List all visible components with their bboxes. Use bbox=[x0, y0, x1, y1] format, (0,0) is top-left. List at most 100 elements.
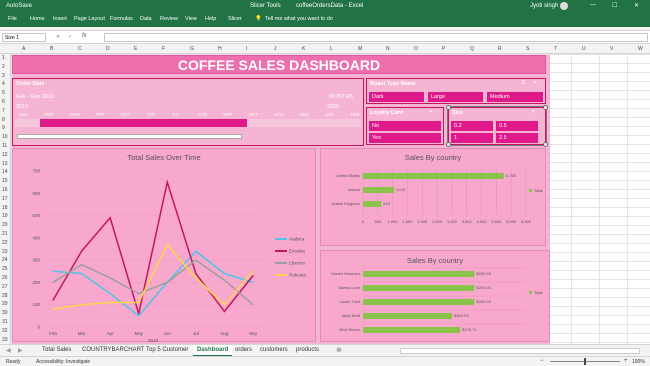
clear-filter-icon[interactable]: ✕ bbox=[533, 80, 537, 86]
row-header[interactable]: 16 bbox=[2, 187, 8, 193]
row-header[interactable]: 32 bbox=[2, 328, 8, 334]
fx-icon[interactable]: fx bbox=[82, 33, 87, 39]
resize-handle[interactable] bbox=[446, 142, 451, 147]
row-header[interactable]: 4 bbox=[2, 81, 5, 87]
size-option-1[interactable]: 1 bbox=[451, 133, 493, 143]
timeline-month-label[interactable]: NOV bbox=[274, 112, 284, 117]
row-header[interactable]: 11 bbox=[2, 143, 7, 149]
tab-help[interactable]: Help bbox=[205, 16, 216, 22]
timeline-month-label[interactable]: SEP bbox=[223, 112, 232, 117]
column-header[interactable]: P bbox=[442, 46, 445, 52]
timeline-month-label[interactable]: FEB bbox=[351, 112, 360, 117]
column-header[interactable]: O bbox=[414, 46, 418, 52]
row-header[interactable]: 28 bbox=[2, 293, 8, 299]
timeline-month-label[interactable]: JAN bbox=[325, 112, 334, 117]
zoom-slider-thumb[interactable] bbox=[584, 358, 586, 365]
row-header[interactable]: 25 bbox=[2, 266, 8, 272]
column-header[interactable]: J bbox=[274, 46, 277, 52]
row-header[interactable]: 10 bbox=[2, 134, 8, 140]
next-sheet-icon[interactable]: ▶ bbox=[18, 347, 23, 354]
column-header[interactable]: R bbox=[498, 46, 502, 52]
column-header[interactable]: D bbox=[106, 46, 110, 52]
column-header[interactable]: G bbox=[190, 46, 194, 52]
sheet-tab-products[interactable]: products bbox=[292, 347, 323, 353]
column-header[interactable]: K bbox=[302, 46, 305, 52]
zoom-in-icon[interactable]: + bbox=[624, 358, 628, 364]
multi-select-icon[interactable]: ☰ bbox=[521, 80, 525, 86]
sheet-tab-countrybarchart[interactable]: COUNTRYBARCHART bbox=[78, 347, 148, 353]
row-header[interactable]: 2 bbox=[2, 64, 5, 70]
zoom-level[interactable]: 100% bbox=[632, 359, 645, 365]
column-header[interactable]: I bbox=[246, 46, 247, 52]
timeline-month-label[interactable]: MAR bbox=[70, 112, 80, 117]
add-sheet-icon[interactable]: ⊕ bbox=[336, 346, 342, 354]
column-header[interactable]: U bbox=[582, 46, 586, 52]
column-header[interactable]: B bbox=[50, 46, 53, 52]
column-header[interactable]: M bbox=[358, 46, 362, 52]
row-header[interactable]: 20 bbox=[2, 222, 8, 228]
total-sales-line-chart[interactable]: Total Sales Over Time 0 100 200 300 400 500 60… bbox=[12, 148, 316, 343]
column-header[interactable]: T bbox=[554, 46, 557, 52]
tab-insert[interactable]: Insert bbox=[53, 16, 67, 22]
prev-sheet-icon[interactable]: ◀ bbox=[6, 347, 11, 354]
column-header[interactable]: A bbox=[22, 46, 25, 52]
tab-home[interactable]: Home bbox=[30, 16, 45, 22]
timeline-month-label[interactable]: AUG bbox=[198, 112, 208, 117]
horizontal-scrollbar[interactable] bbox=[400, 348, 640, 354]
column-header[interactable]: F bbox=[162, 46, 165, 52]
row-header[interactable]: 30 bbox=[2, 310, 8, 316]
size-option-2-5[interactable]: 2.5 bbox=[496, 133, 538, 143]
order-date-timeline[interactable]: Order Date Feb - Sep 2019 MONTHS 2019 20… bbox=[12, 78, 364, 146]
row-header[interactable]: 24 bbox=[2, 257, 8, 263]
resize-handle[interactable] bbox=[446, 105, 451, 110]
cancel-icon[interactable]: ✕ bbox=[56, 34, 60, 40]
row-header[interactable]: 33 bbox=[2, 337, 8, 343]
loyalty-option-no[interactable]: No bbox=[369, 121, 441, 131]
size-option-0-5[interactable]: 0.5 bbox=[496, 121, 538, 131]
loyalty-option-yes[interactable]: Yes bbox=[369, 133, 441, 143]
size-slicer[interactable]: Size ✕ 0.2 0.5 1 2.5 bbox=[446, 105, 548, 147]
timeline-month-label[interactable]: OCT bbox=[249, 112, 259, 117]
roast-option-dark[interactable]: Dark bbox=[369, 92, 424, 102]
row-header[interactable]: 1 bbox=[2, 55, 5, 61]
row-header[interactable]: 14 bbox=[2, 169, 8, 175]
tell-me-search[interactable]: Tell me what you want to do bbox=[265, 16, 333, 22]
column-header[interactable]: V bbox=[610, 46, 613, 52]
timeline-month-label[interactable]: JUL bbox=[172, 112, 180, 117]
row-header[interactable]: 6 bbox=[2, 99, 5, 105]
column-header[interactable]: W bbox=[638, 46, 643, 52]
zoom-slider[interactable] bbox=[550, 358, 620, 365]
row-header[interactable]: 26 bbox=[2, 275, 8, 281]
timeline-track[interactable] bbox=[15, 119, 361, 127]
row-header[interactable]: 13 bbox=[2, 161, 8, 167]
minimize-icon[interactable]: — bbox=[590, 2, 596, 8]
accessibility-status[interactable]: Accessibility: Investigate bbox=[36, 359, 90, 365]
tab-file[interactable]: File bbox=[8, 16, 17, 22]
row-header[interactable]: 9 bbox=[2, 125, 5, 131]
sheet-tab-orders[interactable]: orders bbox=[231, 347, 256, 353]
resize-handle[interactable] bbox=[543, 142, 548, 147]
clear-filter-icon[interactable]: ✕ bbox=[531, 109, 535, 115]
roast-option-large[interactable]: Large bbox=[428, 92, 483, 102]
timeline-month-label[interactable]: DEC bbox=[300, 112, 310, 117]
row-header[interactable]: 7 bbox=[2, 108, 5, 114]
tab-page-layout[interactable]: Page Layout bbox=[74, 16, 105, 22]
column-header[interactable]: E bbox=[134, 46, 137, 52]
row-header[interactable]: 5 bbox=[2, 90, 5, 96]
autosave-label[interactable]: AutoSave bbox=[6, 3, 32, 9]
column-header[interactable]: C bbox=[78, 46, 82, 52]
sales-by-country-chart-1[interactable]: Sales By country 0 500 1,000 1,500 2,000 2,50… bbox=[320, 148, 546, 246]
column-header[interactable]: L bbox=[330, 46, 333, 52]
tab-data[interactable]: Data bbox=[140, 16, 152, 22]
timeline-selection[interactable] bbox=[40, 119, 247, 127]
row-header[interactable]: 21 bbox=[2, 231, 8, 237]
row-header[interactable]: 3 bbox=[2, 73, 5, 79]
formula-input[interactable] bbox=[104, 33, 648, 42]
sheet-tab-customers[interactable]: customers bbox=[256, 347, 292, 353]
timeline-month-label[interactable]: MAY bbox=[121, 112, 130, 117]
maximize-icon[interactable]: ☐ bbox=[612, 2, 617, 9]
tab-slicer[interactable]: Slicer bbox=[228, 16, 242, 22]
enter-icon[interactable]: ✓ bbox=[68, 34, 72, 40]
column-header[interactable]: N bbox=[386, 46, 390, 52]
row-header[interactable]: 8 bbox=[2, 117, 5, 123]
